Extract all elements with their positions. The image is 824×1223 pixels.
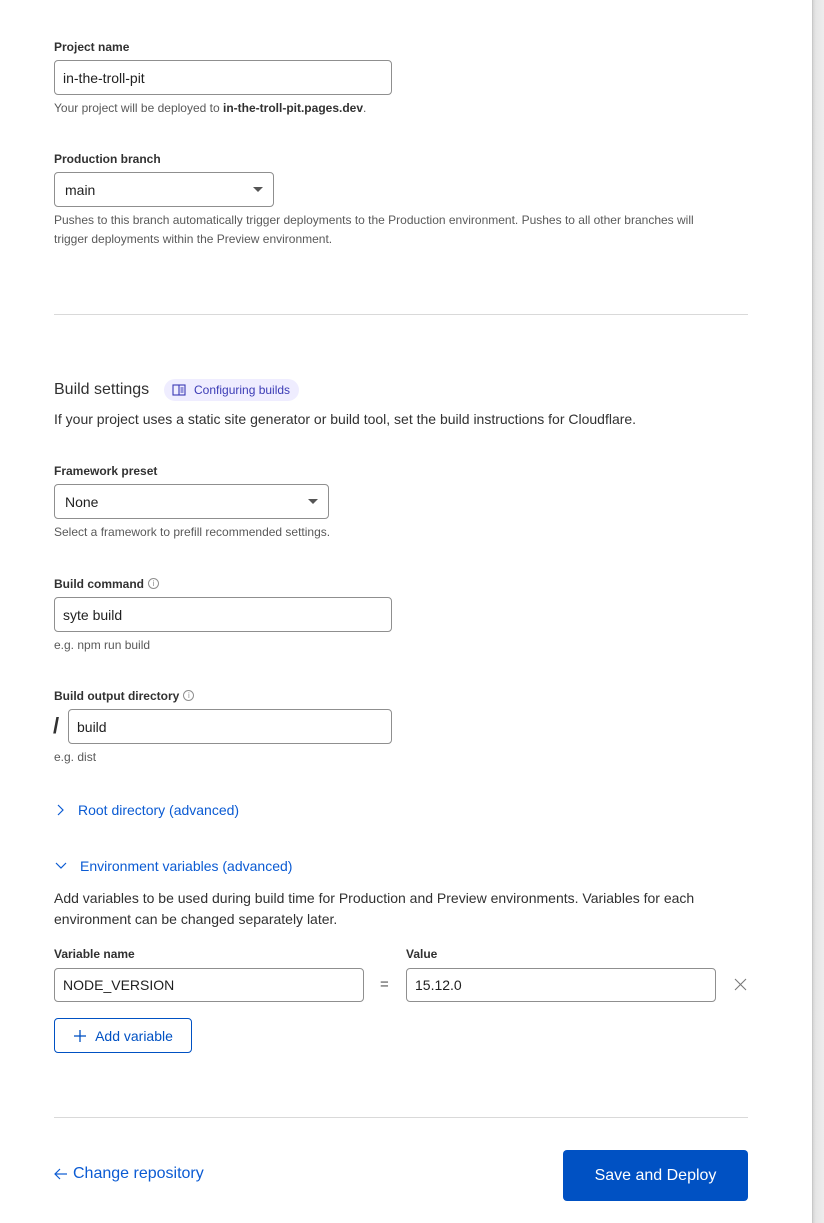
framework-preset-help: Select a framework to prefill recommende… [54,525,331,539]
project-name-value: in-the-troll-pit [63,69,145,86]
build-command-label: Build command i [54,577,160,591]
info-icon[interactable]: i [183,690,195,701]
caret-down-icon [308,499,318,504]
build-settings-description: If your project uses a static site gener… [54,411,637,427]
book-icon [172,384,186,396]
root-directory-toggle[interactable]: Root directory (advanced) [54,802,239,818]
project-name-label: Project name [54,40,130,54]
project-name-input[interactable]: in-the-troll-pit [54,60,392,95]
project-domain: in-the-troll-pit.pages.dev [223,101,364,115]
pages-setup-form: Project name in-the-troll-pit Your proje… [0,0,812,1223]
arrow-left-icon [54,1168,67,1180]
equals-sign: = [380,976,389,993]
env-variables-description: Add variables to be used during build ti… [54,890,695,927]
production-branch-select[interactable]: main [54,172,274,207]
root-directory-label: Root directory (advanced) [78,802,240,818]
remove-variable-button[interactable] [732,977,748,993]
env-variables-toggle[interactable]: Environment variables (advanced) [54,858,292,874]
variable-value-value: 15.12.0 [415,977,462,993]
chevron-right-icon [57,804,64,816]
section-divider [54,314,748,315]
configuring-builds-label: Configuring builds [194,383,291,397]
build-command-input[interactable]: syte build [54,597,392,632]
framework-preset-label: Framework preset [54,464,158,478]
variable-value-header: Value [406,947,438,961]
root-slash-prefix: / [53,713,60,738]
variable-name-header: Variable name [54,947,135,961]
plus-icon [74,1029,87,1042]
framework-preset-select[interactable]: None [54,484,329,519]
save-and-deploy-button[interactable]: Save and Deploy [563,1150,748,1201]
close-icon [734,978,747,991]
project-help-suffix: . [363,101,367,115]
project-help-prefix: Your project will be deployed to [54,101,223,115]
add-variable-label: Add variable [95,1027,173,1044]
build-output-value: build [77,718,107,735]
change-repository-label: Change repository [73,1165,204,1182]
footer-divider [54,1117,748,1118]
project-name-help: Your project will be deployed to in-the-… [54,99,366,118]
variable-value-input[interactable]: 15.12.0 [406,968,716,1002]
build-command-value: syte build [63,606,123,623]
configuring-builds-link[interactable]: Configuring builds [164,379,300,401]
build-command-label-text: Build command [54,577,145,591]
chevron-down-icon [55,862,67,869]
build-settings-title: Build settings [54,381,150,398]
build-output-help: e.g. dist [54,750,97,764]
change-repository-link[interactable]: Change repository [54,1165,204,1183]
production-branch-value: main [65,181,96,198]
framework-preset-value: None [65,493,99,510]
env-variables-label: Environment variables (advanced) [80,858,293,874]
page-scrollbar[interactable] [812,0,824,1223]
build-output-label-text: Build output directory [54,689,180,703]
build-output-input[interactable]: build [68,709,392,744]
info-icon[interactable]: i [148,578,160,589]
variable-name-input[interactable]: NODE_VERSION [54,968,364,1002]
build-command-help: e.g. npm run build [54,638,151,652]
caret-down-icon [253,187,263,192]
production-branch-help: Pushes to this branch automatically trig… [54,213,694,246]
build-output-label: Build output directory i [54,689,195,703]
save-and-deploy-label: Save and Deploy [594,1166,717,1184]
variable-name-value: NODE_VERSION [63,977,175,993]
production-branch-label: Production branch [54,152,161,166]
add-variable-button[interactable]: Add variable [54,1018,192,1053]
